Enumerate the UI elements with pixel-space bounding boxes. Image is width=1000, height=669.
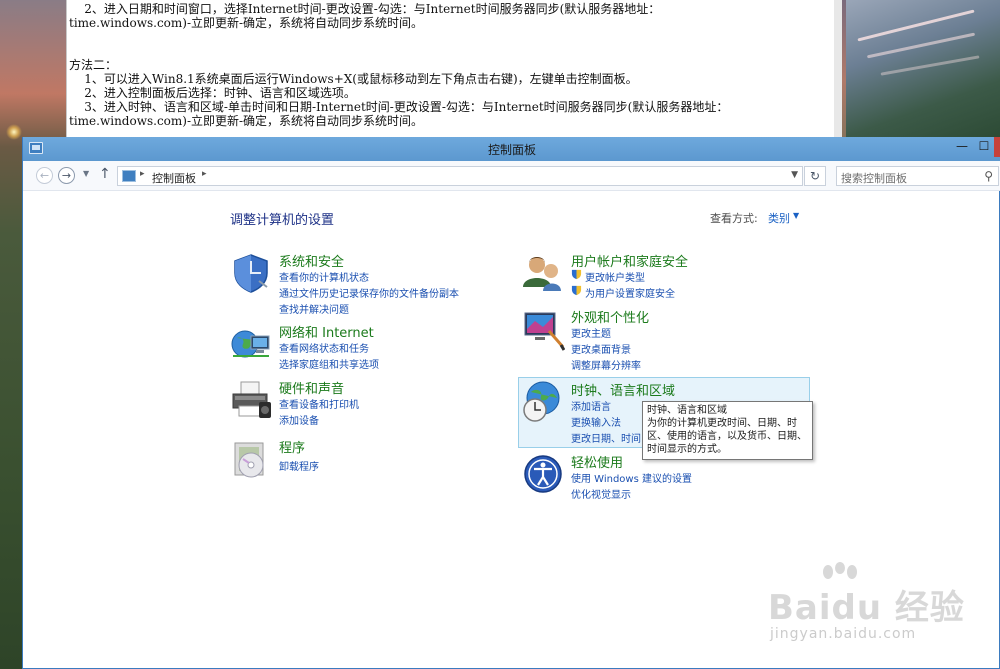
category-network-internet: 网络和 Internet 查看网络状态和任务 选择家庭组和共享选项 [229, 322, 489, 372]
category-link[interactable]: 更换输入法 [571, 414, 621, 429]
category-link[interactable]: 为用户设置家庭安全 [585, 285, 675, 300]
category-link[interactable]: 使用 Windows 建议的设置 [571, 470, 692, 485]
notepad-line: 1、可以进入Win8.1系统桌面后运行Windows+X(或鼠标移动到左下角点击… [69, 72, 638, 86]
shield-icon[interactable] [229, 251, 273, 295]
chevron-down-icon[interactable]: ▼ [793, 211, 799, 220]
category-link[interactable]: 查找并解决问题 [279, 301, 349, 316]
tooltip-text: 区、使用的语言，以及货币、日期、 [647, 431, 807, 442]
category-appearance: 外观和个性化 更改主题 更改桌面背景 调整屏幕分辨率 [521, 307, 801, 373]
address-bar[interactable]: ▸ 控制面板 ▸ ▼ [117, 166, 803, 186]
category-title[interactable]: 轻松使用 [571, 452, 623, 471]
window-title: 控制面板 [487, 143, 536, 157]
category-title[interactable]: 时钟、语言和区域 [571, 380, 675, 399]
printer-icon[interactable] [229, 378, 273, 422]
category-link[interactable]: 调整屏幕分辨率 [571, 357, 641, 372]
search-icon[interactable]: ⚲ [984, 169, 993, 183]
control-panel-icon [122, 170, 136, 182]
forward-button[interactable]: → [58, 167, 75, 184]
notepad-scrollbar[interactable] [834, 0, 842, 137]
category-link[interactable]: 更改帐户类型 [585, 269, 645, 284]
category-link[interactable]: 添加设备 [279, 412, 319, 427]
category-link[interactable]: 查看你的计算机状态 [279, 269, 369, 284]
category-link[interactable]: 通过文件历史记录保存你的文件备份副本 [279, 285, 459, 300]
category-title[interactable]: 用户帐户和家庭安全 [571, 251, 688, 270]
uac-shield-icon [571, 269, 582, 280]
tooltip-title: 时钟、语言和区域 [647, 405, 727, 416]
control-panel-window: 控制面板 — ☐ ✕ ← → ▼ ↑ ▸ 控制面板 ▸ ▼ ↻ 搜索控制面板 ⚲… [22, 137, 1000, 669]
city-light-icon [6, 124, 22, 140]
category-link[interactable]: 查看设备和打印机 [279, 396, 359, 411]
view-by-dropdown[interactable]: 类别 [768, 210, 790, 226]
users-icon[interactable] [521, 251, 565, 295]
clock-globe-icon[interactable] [521, 380, 565, 424]
category-link[interactable]: 卸载程序 [279, 458, 319, 473]
up-arrow-icon[interactable]: ↑ [99, 166, 111, 182]
address-dropdown-chevron-icon[interactable]: ▼ [791, 170, 798, 180]
view-by-label: 查看方式: [710, 212, 758, 225]
category-title[interactable]: 程序 [279, 437, 305, 456]
notepad-line: 方法二： [69, 58, 118, 72]
notepad-line: 2、进入控制面板后选择：时钟、语言和区域选项。 [69, 86, 356, 100]
chevron-right-icon[interactable]: ▸ [140, 169, 145, 179]
category-title[interactable]: 网络和 Internet [279, 322, 374, 341]
notepad-line: 3、进入时钟、语言和区域-单击时间和日期-Internet时间-更改设置-勾选：… [69, 100, 729, 114]
page-title: 调整计算机的设置 [230, 213, 335, 228]
maximize-button[interactable]: ☐ [973, 137, 995, 157]
notepad-line: time.windows.com)-立即更新-确定，系统将自动同步系统时间。 [69, 16, 424, 30]
notepad-line: 2、进入日期和时间窗口，选择Internet时间-更改设置-勾选：与Intern… [69, 2, 661, 16]
tooltip-text: 为你的计算机更改时间、日期、时 [647, 418, 797, 429]
network-globe-icon[interactable] [229, 322, 273, 366]
category-hardware-sound: 硬件和声音 查看设备和打印机 添加设备 [229, 378, 489, 428]
search-input[interactable]: 搜索控制面板 ⚲ [836, 166, 999, 186]
category-system-security: 系统和安全 查看你的计算机状态 通过文件历史记录保存你的文件备份副本 查找并解决… [229, 251, 489, 317]
chevron-right-icon[interactable]: ▸ [202, 169, 207, 179]
back-button[interactable]: ← [36, 167, 53, 184]
ease-of-access-icon[interactable] [521, 452, 565, 496]
category-link[interactable]: 更改主题 [571, 325, 611, 340]
category-programs: 程序 卸载程序 [229, 437, 489, 478]
notepad-window[interactable]: 2、进入日期和时间窗口，选择Internet时间-更改设置-勾选：与Intern… [66, 0, 842, 137]
tooltip: 时钟、语言和区域 为你的计算机更改时间、日期、时 区、使用的语言，以及货币、日期… [642, 401, 813, 460]
uac-shield-icon [571, 285, 582, 296]
category-link[interactable]: 选择家庭组和共享选项 [279, 356, 379, 371]
category-link[interactable]: 更改日期、时间 [571, 430, 641, 445]
tooltip-text: 时间显示的方式。 [647, 444, 727, 455]
recent-pages-chevron-icon[interactable]: ▼ [83, 169, 89, 178]
refresh-button[interactable]: ↻ [804, 166, 826, 186]
category-link[interactable]: 优化视觉显示 [571, 486, 631, 501]
breadcrumb-control-panel[interactable]: 控制面板 [152, 170, 196, 186]
title-bar[interactable]: 控制面板 — ☐ ✕ [23, 137, 1000, 161]
category-title[interactable]: 系统和安全 [279, 251, 344, 270]
category-title[interactable]: 硬件和声音 [279, 378, 344, 397]
navigation-bar: ← → ▼ ↑ ▸ 控制面板 ▸ ▼ ↻ 搜索控制面板 ⚲ [23, 161, 1000, 191]
category-link[interactable]: 添加语言 [571, 398, 611, 413]
category-user-accounts: 用户帐户和家庭安全 更改帐户类型 为用户设置家庭安全 [521, 251, 801, 301]
notepad-line: time.windows.com)-立即更新-确定，系统将自动同步系统时间。 [69, 114, 424, 128]
minimize-button[interactable]: — [951, 137, 973, 157]
search-placeholder: 搜索控制面板 [841, 172, 907, 185]
programs-disc-icon[interactable] [229, 437, 273, 481]
category-link[interactable]: 更改桌面背景 [571, 341, 631, 356]
category-link[interactable]: 查看网络状态和任务 [279, 340, 369, 355]
close-button[interactable]: ✕ [994, 137, 1000, 157]
category-title[interactable]: 外观和个性化 [571, 307, 649, 326]
appearance-monitor-icon[interactable] [521, 307, 565, 351]
